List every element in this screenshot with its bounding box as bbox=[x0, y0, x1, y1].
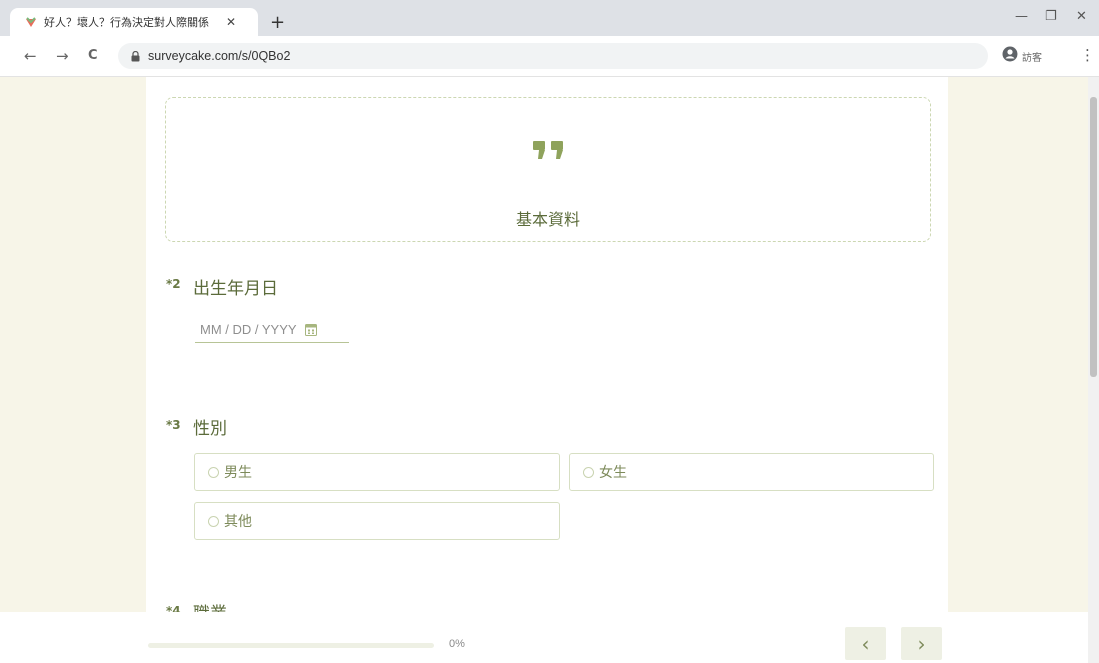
option-label: 女生 bbox=[599, 465, 627, 481]
close-window-button[interactable]: ✕ bbox=[1076, 9, 1087, 24]
page-viewport: 基本資料 *2 出生年月日 MM / DD / YYYY *3 性別 男生 女生… bbox=[0, 77, 1088, 663]
question-number: *2 bbox=[166, 277, 181, 291]
date-placeholder: MM / DD / YYYY bbox=[200, 322, 297, 337]
address-bar[interactable]: surveycake.com/s/0QBo2 bbox=[118, 43, 988, 69]
radio-icon[interactable] bbox=[208, 466, 219, 478]
quote-icon bbox=[531, 139, 567, 165]
option-label: 男生 bbox=[224, 465, 252, 481]
minimize-button[interactable]: — bbox=[1015, 9, 1028, 24]
radio-icon[interactable] bbox=[208, 515, 219, 527]
question-title-birthdate: 出生年月日 bbox=[193, 279, 278, 299]
profile-button[interactable]: 訪客 bbox=[1002, 46, 1042, 66]
question-number: *3 bbox=[166, 418, 181, 432]
lock-icon bbox=[128, 49, 142, 63]
progress-bar bbox=[148, 643, 434, 648]
tab-close-icon[interactable]: ✕ bbox=[226, 15, 236, 29]
scrollbar-thumb[interactable] bbox=[1090, 97, 1097, 377]
browser-tab[interactable]: 好人？壞人？行為決定對人際關係 ✕ bbox=[10, 8, 258, 36]
restore-button[interactable]: ❐ bbox=[1045, 9, 1057, 24]
radio-icon[interactable] bbox=[583, 466, 594, 478]
tab-title: 好人？壞人？行為決定對人際關係 bbox=[44, 16, 209, 29]
new-tab-button[interactable]: + bbox=[270, 12, 285, 33]
survey-container: 基本資料 *2 出生年月日 MM / DD / YYYY *3 性別 男生 女生… bbox=[146, 77, 948, 663]
chevron-right-icon: › bbox=[917, 631, 926, 656]
chevron-left-icon: ‹ bbox=[861, 631, 870, 656]
section-header-card: 基本資料 bbox=[165, 97, 931, 242]
browser-menu-icon[interactable]: ⋮ bbox=[1080, 46, 1095, 64]
next-page-button[interactable]: › bbox=[901, 627, 942, 660]
question-title-gender: 性別 bbox=[193, 419, 227, 439]
profile-label: 訪客 bbox=[1022, 52, 1042, 64]
birthdate-input[interactable]: MM / DD / YYYY bbox=[195, 317, 349, 343]
survey-footer: 0% ‹ › bbox=[0, 612, 1088, 663]
back-button[interactable]: ← bbox=[24, 47, 37, 65]
reload-button[interactable]: C bbox=[88, 48, 98, 63]
url-text: surveycake.com/s/0QBo2 bbox=[148, 49, 291, 63]
calendar-icon[interactable] bbox=[304, 323, 317, 336]
browser-toolbar: ← → C surveycake.com/s/0QBo2 訪客 ⋮ bbox=[0, 36, 1099, 77]
forward-button[interactable]: → bbox=[56, 47, 69, 65]
page-scrollbar[interactable] bbox=[1088, 77, 1099, 663]
gender-option-other[interactable]: 其他 bbox=[194, 502, 560, 540]
surveycake-favicon-icon bbox=[24, 15, 38, 29]
browser-titlebar: 好人？壞人？行為決定對人際關係 ✕ + — ❐ ✕ bbox=[0, 0, 1099, 36]
gender-option-male[interactable]: 男生 bbox=[194, 453, 560, 491]
section-title: 基本資料 bbox=[515, 210, 580, 229]
option-label: 其他 bbox=[224, 514, 252, 530]
progress-label: 0% bbox=[449, 638, 465, 650]
account-icon bbox=[1002, 46, 1018, 66]
prev-page-button[interactable]: ‹ bbox=[845, 627, 886, 660]
gender-option-female[interactable]: 女生 bbox=[569, 453, 934, 491]
